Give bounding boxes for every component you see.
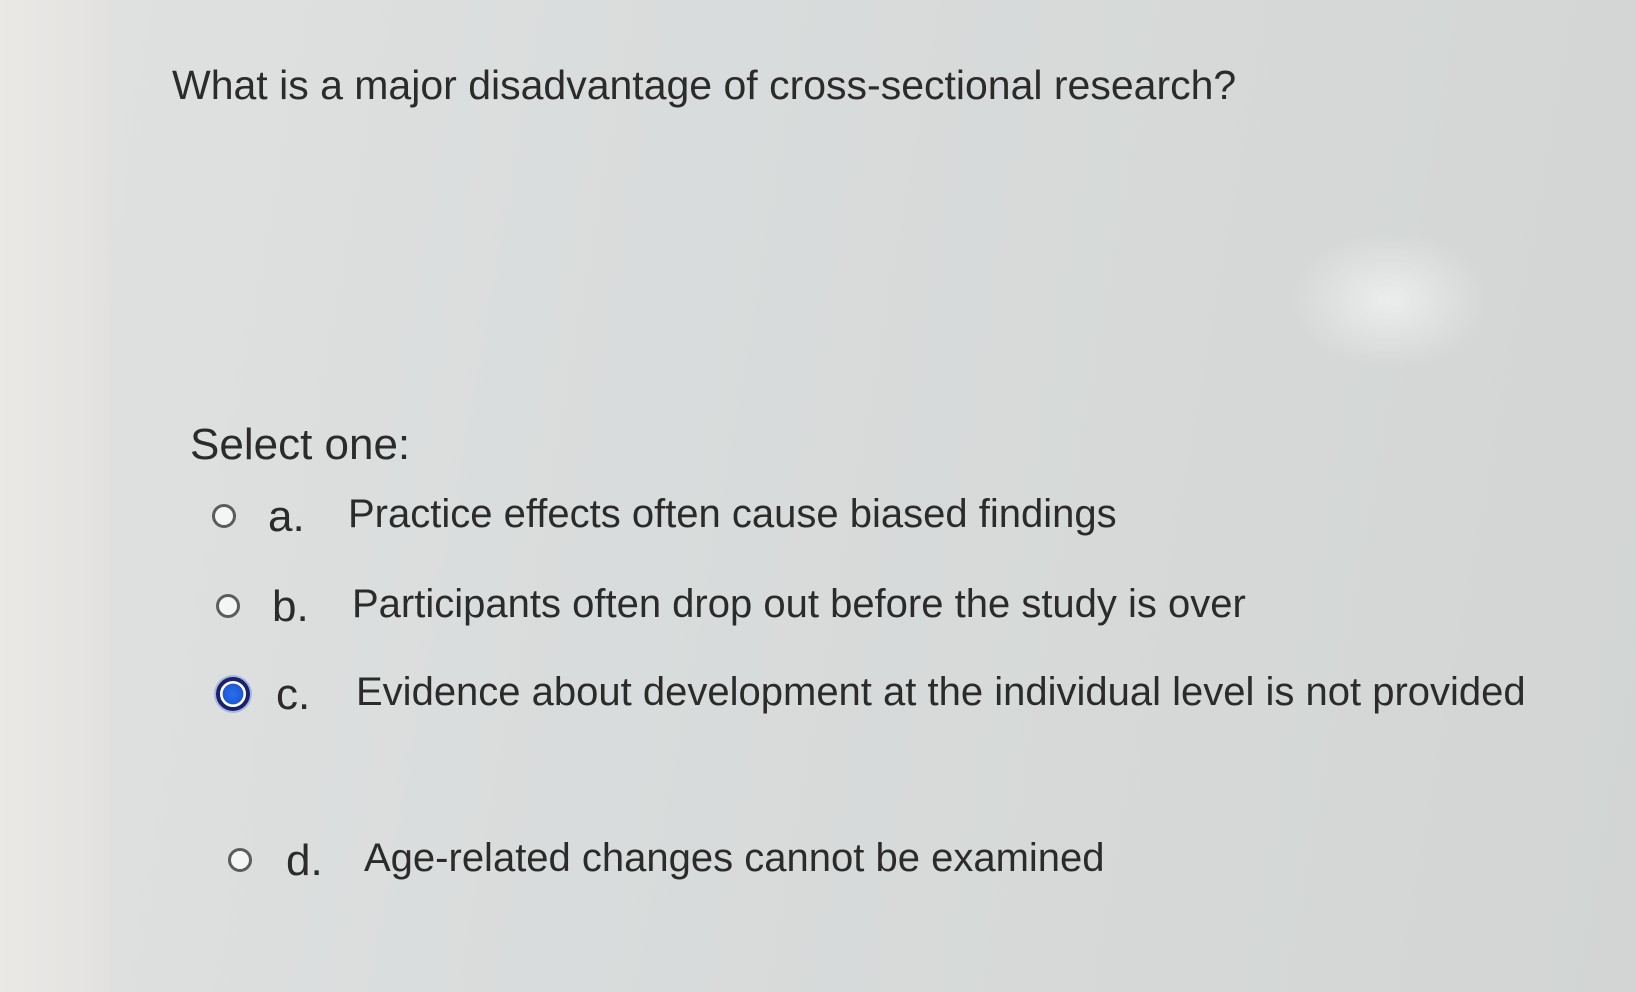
option-letter-a: a. <box>268 492 305 541</box>
screen-glare <box>1290 230 1490 370</box>
question-text: What is a major disadvantage of cross-se… <box>172 62 1237 108</box>
radio-button-b[interactable] <box>216 594 240 618</box>
select-one-prompt: Select one: <box>190 420 411 469</box>
option-letter-b: b. <box>272 582 309 631</box>
option-text-a: Practice effects often cause biased find… <box>348 492 1117 536</box>
option-text-d: Age-related changes cannot be examined <box>364 836 1105 880</box>
option-letter-c: c. <box>276 670 311 719</box>
radio-button-d[interactable] <box>228 848 252 872</box>
radio-button-a[interactable] <box>212 504 236 528</box>
radio-button-c-selected[interactable] <box>216 677 250 711</box>
option-text-c: Evidence about development at the indivi… <box>356 670 1526 714</box>
option-letter-d: d. <box>286 836 323 885</box>
option-text-b: Participants often drop out before the s… <box>352 582 1246 626</box>
